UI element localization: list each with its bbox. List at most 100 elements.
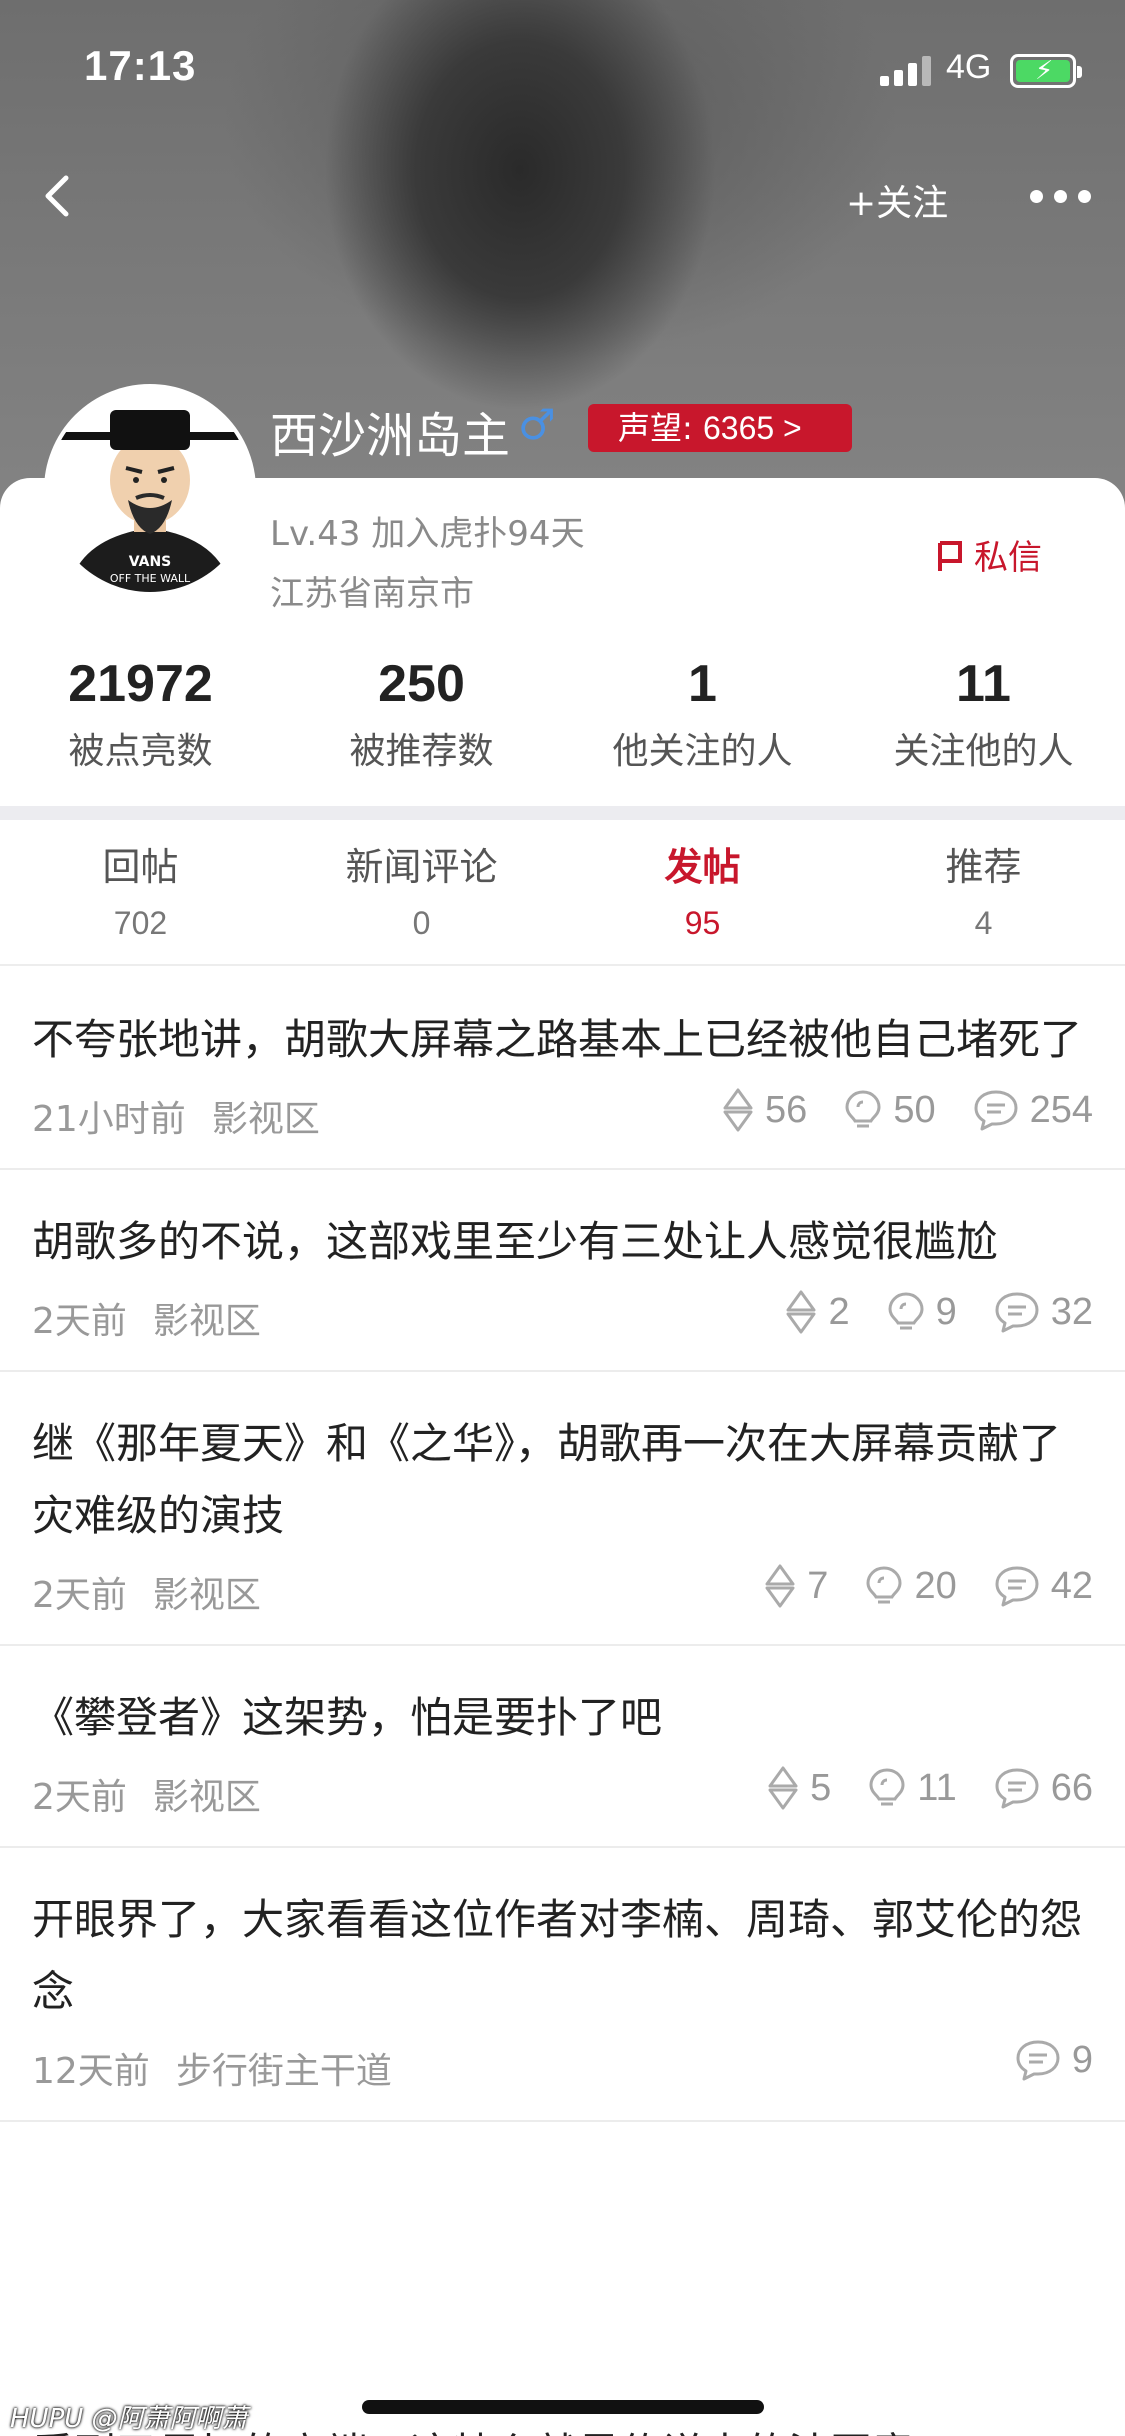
post-zone[interactable]: 影视区 (212, 1099, 320, 1140)
post-counts: 9 (978, 2038, 1093, 2082)
post-time-zone: 2天前 影视区 (32, 1566, 261, 1618)
stat-recommended[interactable]: 250 被推荐数 (281, 654, 562, 774)
tab-label: 发帖 (664, 845, 741, 889)
tab-label: 新闻评论 (345, 845, 498, 889)
post-counts: 7 20 42 (727, 1562, 1093, 1610)
light-bulb-icon (866, 1566, 902, 1604)
recommend-count-value: 2 (828, 1290, 850, 1333)
reputation-label: 声望: (618, 409, 693, 447)
section-divider (0, 806, 1125, 820)
post-meta: 21小时前 影视区 56 50 254 (32, 1076, 1093, 1168)
post-time: 2天前 (32, 1301, 127, 1342)
status-bar: 17:13 4G ⚡ (0, 0, 1125, 130)
recommend-count-value: 5 (810, 1766, 832, 1809)
post-list: 不夸张地讲，胡歌大屏幕之路基本上已经被他自己堵死了 21小时前 影视区 56 50 254… (0, 968, 1125, 2122)
battery-icon: ⚡ (1010, 54, 1082, 88)
reply-count-value: 9 (1071, 2038, 1093, 2081)
post-time: 2天前 (32, 1777, 127, 1818)
profile-stats: 21972 被点亮数 250 被推荐数 1 他关注的人 11 关注他的人 (0, 654, 1125, 794)
reputation-badge[interactable]: 声望: 6365 > (588, 404, 852, 452)
light-bulb-icon (888, 1292, 924, 1330)
post-zone[interactable]: 影视区 (153, 1575, 261, 1616)
post-item[interactable]: 胡歌多的不说，这部戏里至少有三处让人感觉很尴尬 2天前 影视区 2 9 32 (0, 1170, 1125, 1372)
post-item[interactable]: 不夸张地讲，胡歌大屏幕之路基本上已经被他自己堵死了 21小时前 影视区 56 50 254 (0, 968, 1125, 1170)
stat-label: 关注他的人 (893, 731, 1074, 772)
tab-count: 4 (974, 905, 993, 941)
stat-value: 250 (378, 655, 465, 713)
back-button[interactable] (34, 168, 84, 224)
post-time: 21小时前 (32, 1099, 186, 1140)
reply-count: 9 (1014, 2038, 1093, 2082)
tab-count: 702 (113, 905, 168, 941)
post-title[interactable]: 继《那年夏天》和《之华》，胡歌再一次在大屏幕贡献了灾难级的演技 (32, 1408, 1093, 1552)
tab-label: 推荐 (945, 845, 1022, 889)
post-item[interactable]: 《攀登者》这架势，怕是要扑了吧 2天前 影视区 5 11 66 (0, 1646, 1125, 1848)
tab-count: 95 (684, 905, 721, 941)
post-meta: 2天前 影视区 2 9 32 (32, 1278, 1093, 1370)
recommend-icon (768, 1766, 798, 1810)
post-meta: 12天前 步行街主干道 9 (32, 2028, 1093, 2120)
post-counts: 5 11 66 (730, 1764, 1093, 1812)
male-icon: ♂ (518, 400, 556, 449)
post-time-zone: 2天前 影视区 (32, 1292, 261, 1344)
light-bulb-icon (869, 1768, 905, 1806)
content-tabs: 回帖 702 新闻评论 0 发帖 95 推荐 4 (0, 836, 1125, 966)
comment-icon (1016, 2040, 1060, 2081)
reply-count: 254 (972, 1088, 1093, 1132)
more-button[interactable] (1030, 190, 1092, 204)
stat-label: 被推荐数 (349, 731, 494, 772)
recommend-count-value: 56 (765, 1088, 808, 1131)
post-title[interactable]: 开眼界了，大家看看这位作者对李楠、周琦、郭艾伦的怨念 (32, 1884, 1093, 2028)
recommend-count: 5 (766, 1764, 831, 1812)
light-count: 9 (886, 1290, 957, 1334)
stat-lights[interactable]: 21972 被点亮数 (0, 654, 281, 774)
status-time: 17:13 (84, 42, 197, 89)
reply-count: 66 (993, 1766, 1093, 1810)
tab-news-comments[interactable]: 新闻评论 0 (281, 836, 562, 942)
comment-icon (995, 1768, 1039, 1809)
recommend-count: 56 (721, 1086, 807, 1134)
post-counts: 56 50 254 (685, 1086, 1093, 1134)
light-count-value: 20 (914, 1564, 957, 1607)
light-count-value: 9 (935, 1290, 957, 1333)
post-title[interactable]: 不夸张地讲，胡歌大屏幕之路基本上已经被他自己堵死了 (32, 1004, 1093, 1076)
stat-following[interactable]: 1 他关注的人 (562, 654, 843, 774)
recommend-icon (786, 1290, 816, 1334)
post-time: 12天前 (32, 2051, 150, 2092)
level-info: Lv.43 加入虎扑94天 (270, 514, 585, 554)
comment-icon (995, 1292, 1039, 1333)
post-item[interactable]: 开眼界了，大家看看这位作者对李楠、周琦、郭艾伦的怨念 12天前 步行街主干道 9 (0, 1848, 1125, 2122)
post-time-zone: 12天前 步行街主干道 (32, 2042, 392, 2094)
avatar-illustration: VANS OFF THE WALL (48, 388, 252, 592)
post-title[interactable]: 胡歌多的不说，这部戏里至少有三处让人感觉很尴尬 (32, 1206, 1093, 1278)
reply-count-value: 42 (1050, 1564, 1093, 1607)
post-zone[interactable]: 影视区 (153, 1777, 261, 1818)
stat-label: 他关注的人 (612, 731, 793, 772)
private-message-button[interactable]: 私信 (936, 530, 1042, 579)
stat-value: 1 (688, 655, 717, 713)
reply-count-value: 254 (1029, 1088, 1093, 1131)
tab-replies[interactable]: 回帖 702 (0, 836, 281, 942)
recommend-icon (723, 1088, 753, 1132)
tab-count: 0 (412, 905, 431, 941)
tab-label: 回帖 (102, 845, 179, 889)
post-time-zone: 21小时前 影视区 (32, 1090, 320, 1142)
watermark: HUPU @阿萧阿啊萧 (10, 2404, 248, 2434)
light-count-value: 11 (917, 1766, 957, 1809)
post-title[interactable]: 《攀登者》这架势，怕是要扑了吧 (32, 1682, 1093, 1754)
avatar[interactable]: VANS OFF THE WALL (44, 384, 256, 596)
follow-button[interactable]: +关注 (846, 174, 948, 226)
post-zone[interactable]: 步行街主干道 (176, 2051, 392, 2092)
stat-label: 被点亮数 (68, 731, 213, 772)
comment-icon (974, 1090, 1018, 1131)
network-type: 4G (946, 48, 992, 86)
tab-recommend[interactable]: 推荐 4 (843, 836, 1124, 942)
post-item[interactable]: 继《那年夏天》和《之华》，胡歌再一次在大屏幕贡献了灾难级的演技 2天前 影视区 7 20… (0, 1372, 1125, 1646)
chevron-left-icon (45, 175, 69, 217)
stat-followers[interactable]: 11 关注他的人 (843, 654, 1124, 774)
svg-text:VANS: VANS (129, 554, 172, 570)
reply-count-value: 66 (1050, 1766, 1093, 1809)
post-zone[interactable]: 影视区 (153, 1301, 261, 1342)
flag-icon (938, 541, 962, 571)
tab-posts[interactable]: 发帖 95 (562, 836, 843, 942)
